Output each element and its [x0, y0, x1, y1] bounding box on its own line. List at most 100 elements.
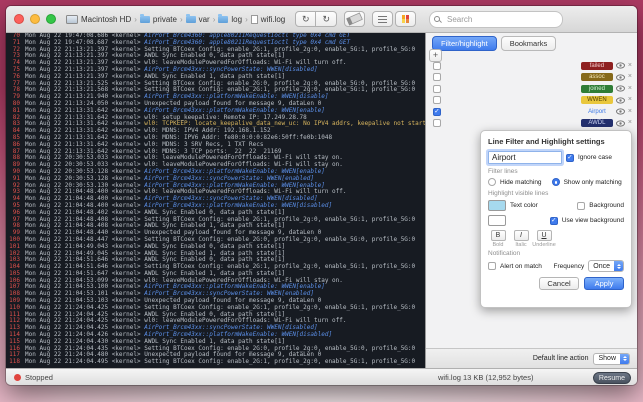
minimize-button[interactable]	[30, 14, 40, 24]
filter-checkbox[interactable]	[433, 119, 441, 127]
filter-lines-section-label: Filter lines	[488, 168, 624, 175]
log-timestamp: Mon Aug 22 21:24:04.495 <kernel>	[25, 358, 144, 365]
reload-button-group: ↻ ↻	[295, 11, 337, 27]
close-button[interactable]	[14, 14, 24, 24]
breadcrumb-item-log[interactable]: log	[218, 15, 242, 24]
toolbar: Macintosh HD › private › var › log › wif…	[6, 6, 637, 33]
frequency-popup[interactable]: Once	[588, 260, 624, 272]
stopped-status-icon	[14, 374, 21, 381]
breadcrumb-label: private	[153, 15, 177, 24]
popup-value: Once	[593, 263, 610, 270]
underline-button[interactable]: U	[537, 230, 552, 241]
search-icon	[434, 15, 443, 24]
popover-title: Line Filter and Highlight settings	[488, 137, 624, 146]
italic-button[interactable]: I	[514, 230, 529, 241]
cancel-button[interactable]: Cancel	[539, 277, 579, 290]
popup-value: Show	[598, 355, 616, 362]
zoom-button[interactable]	[46, 14, 56, 24]
filter-checkbox[interactable]	[433, 62, 441, 70]
breadcrumb-item-private[interactable]: private	[140, 15, 177, 24]
log-view[interactable]: 70Mon Aug 22 19:47:08.686 <kernel> AirPo…	[6, 33, 425, 368]
filter-checkbox[interactable]	[433, 108, 441, 116]
filter-pattern-input[interactable]	[488, 151, 562, 164]
line-list-button[interactable]	[372, 11, 393, 27]
document-icon	[251, 15, 258, 24]
visibility-eye-icon[interactable]	[616, 108, 625, 115]
status-bar: Stopped wifi.log 13 KB (12,952 bytes) Re…	[6, 368, 637, 385]
use-view-background-label: Use view background	[562, 217, 624, 224]
chevron-right-icon: ›	[213, 15, 216, 24]
visibility-eye-icon[interactable]	[616, 120, 625, 127]
resume-button[interactable]: Resume	[593, 372, 631, 384]
bold-caption: Bold	[492, 242, 503, 248]
status-state-label: Stopped	[25, 373, 53, 382]
delete-filter-icon[interactable]: ×	[628, 96, 632, 104]
visibility-eye-icon[interactable]	[616, 85, 625, 92]
delete-filter-icon[interactable]: ×	[628, 119, 632, 127]
breadcrumb-item-wifi-log[interactable]: wifi.log	[251, 15, 285, 24]
ignore-case-label: Ignore case	[578, 154, 612, 161]
alert-on-match-checkbox[interactable]	[488, 262, 496, 270]
log-lines: 70Mon Aug 22 19:47:08.686 <kernel> AirPo…	[6, 33, 425, 366]
visibility-eye-icon[interactable]	[616, 62, 625, 69]
delete-filter-icon[interactable]: ×	[628, 73, 632, 81]
auto-refresh-button[interactable]: ↻	[316, 11, 337, 27]
background-color-well[interactable]	[488, 215, 506, 226]
text-color-well[interactable]	[488, 200, 506, 211]
panel-tabs: Filter/highlight Bookmarks	[432, 36, 556, 51]
colors-button[interactable]	[395, 11, 416, 27]
tab-filter-highlight[interactable]: Filter/highlight	[432, 36, 497, 51]
visibility-eye-icon[interactable]	[616, 97, 625, 104]
filter-row[interactable]: joined ×	[426, 83, 637, 95]
clear-button[interactable]	[344, 11, 365, 27]
background-checkbox[interactable]	[577, 202, 585, 210]
tab-bookmarks[interactable]: Bookmarks	[501, 36, 557, 51]
filter-row[interactable]: WWEN ×	[426, 95, 637, 107]
search-field[interactable]	[429, 11, 563, 28]
underline-caption: Underline	[532, 242, 556, 248]
text-color-label: Text color	[510, 202, 538, 209]
filter-chip[interactable]: assoc	[581, 73, 613, 81]
default-line-action-popup[interactable]: Show	[593, 353, 630, 365]
list-icon	[378, 16, 387, 23]
reload-button[interactable]: ↻	[295, 11, 316, 27]
breadcrumb-item-var[interactable]: var	[186, 15, 210, 24]
filter-checkbox[interactable]	[433, 73, 441, 81]
chevron-right-icon: ›	[180, 15, 183, 24]
background-label: Background	[589, 202, 624, 209]
filter-chip[interactable]: AWDL	[581, 119, 613, 127]
frequency-label: Frequency	[554, 263, 585, 270]
breadcrumb-item-macintosh-hd[interactable]: Macintosh HD	[66, 15, 131, 24]
visibility-eye-icon[interactable]	[616, 74, 625, 81]
filter-checkbox[interactable]	[433, 96, 441, 104]
breadcrumb-label: wifi.log	[261, 15, 285, 24]
refresh-icon: ↻	[322, 12, 330, 27]
filter-chip[interactable]: WWEN	[581, 96, 613, 104]
ignore-case-checkbox[interactable]	[566, 154, 574, 162]
show-only-matching-label: Show only matching	[564, 179, 622, 186]
use-view-background-checkbox[interactable]	[550, 217, 558, 225]
filter-row[interactable]: Airport ×	[426, 106, 637, 118]
folder-icon	[186, 16, 196, 23]
delete-filter-icon[interactable]: ×	[628, 62, 632, 70]
italic-caption: Italic	[515, 242, 526, 248]
log-line: 118Mon Aug 22 21:24:04.495 <kernel> Sett…	[6, 359, 425, 366]
filter-chip[interactable]: joined	[581, 85, 613, 93]
hide-matching-label: Hide matching	[500, 179, 542, 186]
alert-on-match-label: Alert on match	[500, 263, 542, 270]
filter-checkbox[interactable]	[433, 85, 441, 93]
delete-filter-icon[interactable]: ×	[628, 85, 632, 93]
folder-icon	[218, 16, 228, 23]
filter-row[interactable]: assoc ×	[426, 72, 637, 84]
delete-filter-icon[interactable]: ×	[628, 108, 632, 116]
filter-chip[interactable]: Airport	[581, 108, 613, 116]
popup-arrows-icon	[614, 261, 623, 271]
filter-row[interactable]: AWDL ×	[426, 118, 637, 130]
hide-matching-radio[interactable]	[488, 178, 496, 186]
search-input[interactable]	[445, 14, 562, 25]
show-only-matching-radio[interactable]	[552, 178, 560, 186]
filter-row[interactable]: failed ×	[426, 60, 637, 72]
apply-button[interactable]: Apply	[584, 277, 624, 290]
bold-button[interactable]: B	[491, 230, 506, 241]
filter-chip[interactable]: failed	[581, 62, 613, 70]
